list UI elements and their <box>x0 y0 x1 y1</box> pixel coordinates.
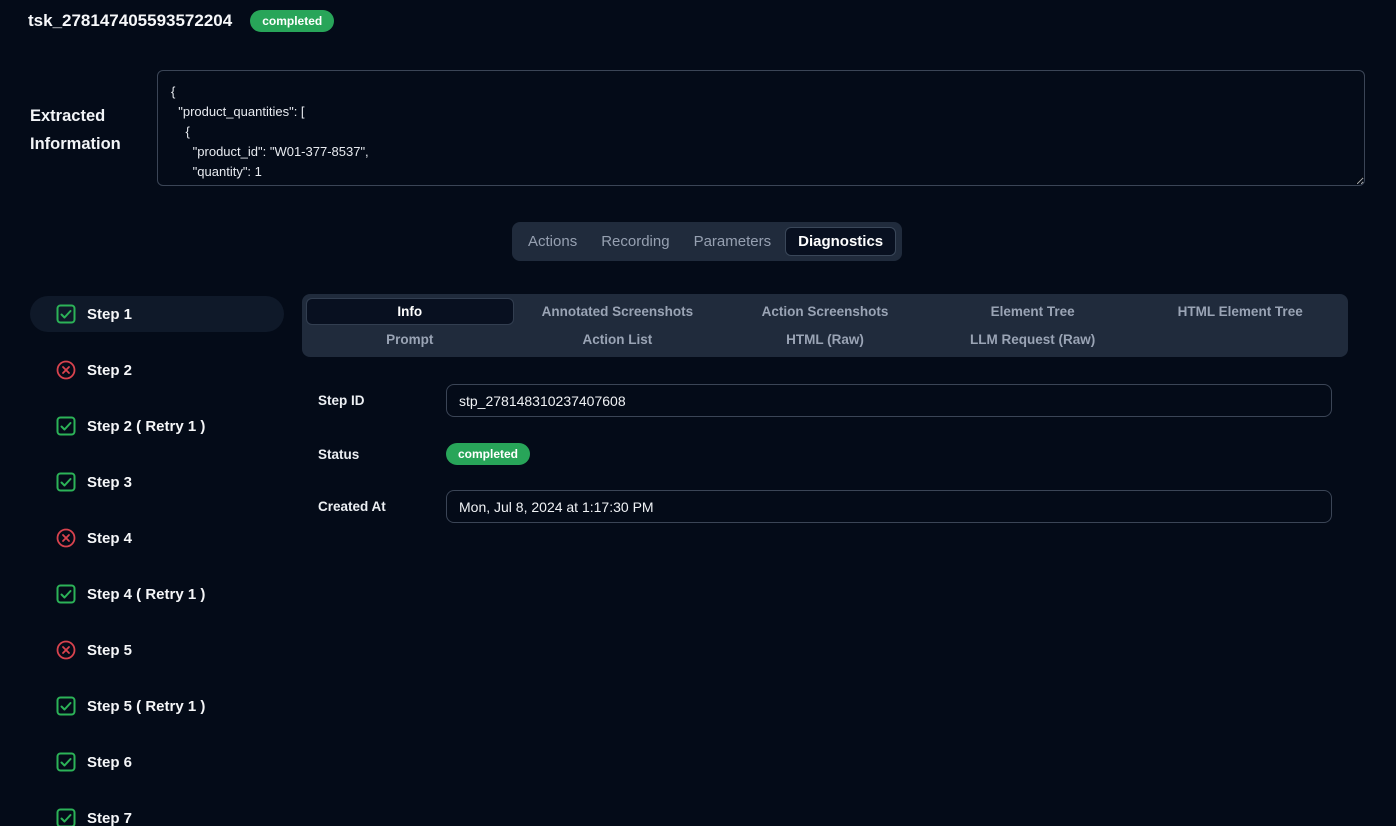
checkbox-checked-icon <box>56 696 76 716</box>
subtab-element-tree[interactable]: Element Tree <box>929 298 1137 325</box>
checkbox-checked-icon <box>56 472 76 492</box>
tab-actions[interactable]: Actions <box>518 227 587 256</box>
step-label: Step 4 ( Retry 1 ) <box>87 586 205 603</box>
x-circle-icon <box>56 640 76 660</box>
step-label: Step 2 ( Retry 1 ) <box>87 418 205 435</box>
step-id-label: Step ID <box>318 393 446 408</box>
subtab-action-list[interactable]: Action List <box>514 326 722 353</box>
header: tsk_278147405593572204 completed <box>28 10 334 32</box>
created-at-input[interactable] <box>446 490 1332 523</box>
subtab-annotated-screenshots[interactable]: Annotated Screenshots <box>514 298 722 325</box>
task-id-title: tsk_278147405593572204 <box>28 11 232 31</box>
steps-sidebar: Step 1 Step 2 Step 2 ( Retry 1 ) Step 3 … <box>30 296 284 826</box>
tab-parameters[interactable]: Parameters <box>684 227 782 256</box>
diagnostics-subtab-bar: Info Annotated Screenshots Action Screen… <box>302 294 1348 357</box>
subtab-prompt[interactable]: Prompt <box>306 326 514 353</box>
step-label: Step 7 <box>87 810 132 826</box>
step-id-row: Step ID <box>318 384 1332 417</box>
step-item-6[interactable]: Step 6 <box>30 744 284 780</box>
step-id-input[interactable] <box>446 384 1332 417</box>
step-status-badge: completed <box>446 443 530 465</box>
step-item-4-retry-1[interactable]: Step 4 ( Retry 1 ) <box>30 576 284 612</box>
checkbox-checked-icon <box>56 752 76 772</box>
step-label: Step 2 <box>87 362 132 379</box>
step-item-5[interactable]: Step 5 <box>30 632 284 668</box>
checkbox-checked-icon <box>56 808 76 826</box>
step-label: Step 5 <box>87 642 132 659</box>
step-item-5-retry-1[interactable]: Step 5 ( Retry 1 ) <box>30 688 284 724</box>
step-label: Step 3 <box>87 474 132 491</box>
subtab-html-element-tree[interactable]: HTML Element Tree <box>1136 298 1344 325</box>
task-status-badge: completed <box>250 10 334 32</box>
step-item-2-retry-1[interactable]: Step 2 ( Retry 1 ) <box>30 408 284 444</box>
subtab-action-screenshots[interactable]: Action Screenshots <box>721 298 929 325</box>
step-item-3[interactable]: Step 3 <box>30 464 284 500</box>
checkbox-checked-icon <box>56 584 76 604</box>
step-item-7[interactable]: Step 7 <box>30 800 284 826</box>
step-label: Step 5 ( Retry 1 ) <box>87 698 205 715</box>
main-tab-bar: Actions Recording Parameters Diagnostics <box>512 222 902 261</box>
checkbox-checked-icon <box>56 304 76 324</box>
extracted-information-textarea[interactable]: { "product_quantities": [ { "product_id"… <box>157 70 1365 186</box>
tab-diagnostics[interactable]: Diagnostics <box>785 227 896 256</box>
subtab-html-raw[interactable]: HTML (Raw) <box>721 326 929 353</box>
task-detail-page: tsk_278147405593572204 completed Extract… <box>0 0 1396 826</box>
step-item-1[interactable]: Step 1 <box>30 296 284 332</box>
step-label: Step 6 <box>87 754 132 771</box>
x-circle-icon <box>56 360 76 380</box>
x-circle-icon <box>56 528 76 548</box>
checkbox-checked-icon <box>56 416 76 436</box>
tab-recording[interactable]: Recording <box>591 227 679 256</box>
created-at-label: Created At <box>318 499 446 514</box>
status-label: Status <box>318 447 446 462</box>
status-row: Status completed <box>318 443 530 465</box>
subtab-llm-request-raw[interactable]: LLM Request (Raw) <box>929 326 1137 353</box>
created-at-row: Created At <box>318 490 1332 523</box>
subtab-info[interactable]: Info <box>306 298 514 325</box>
step-item-2[interactable]: Step 2 <box>30 352 284 388</box>
extracted-information-label: Extracted Information <box>30 102 150 158</box>
step-label: Step 1 <box>87 306 132 323</box>
step-item-4[interactable]: Step 4 <box>30 520 284 556</box>
step-label: Step 4 <box>87 530 132 547</box>
